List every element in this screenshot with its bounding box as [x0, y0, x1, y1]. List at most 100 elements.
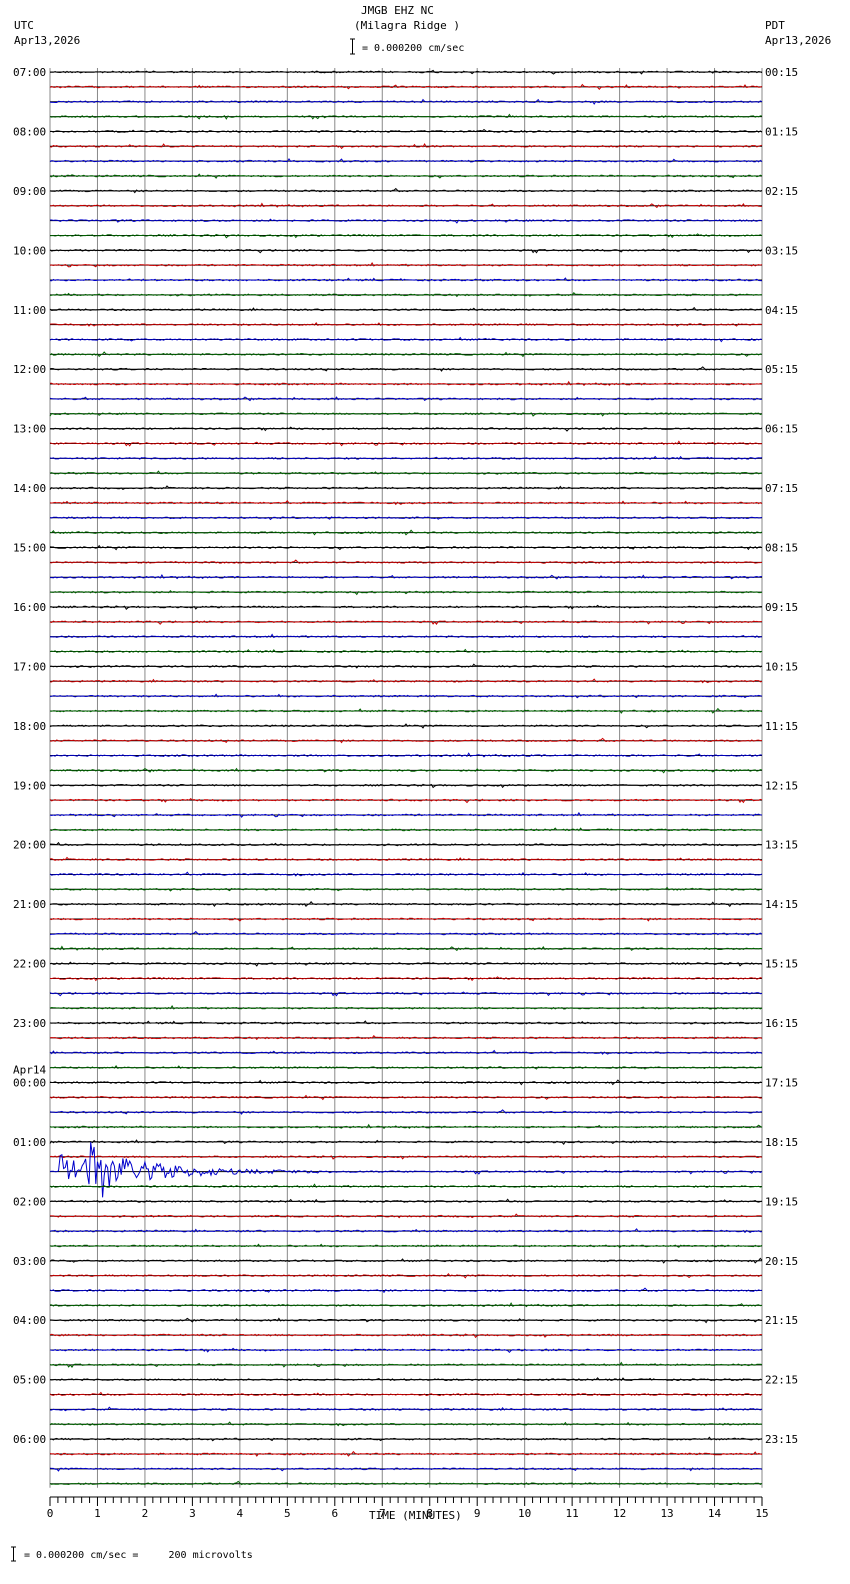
trace-line [49, 917, 763, 922]
x-tick-label: 11 [566, 1507, 579, 1520]
x-tick-label: 9 [474, 1507, 481, 1520]
x-tick-label: 15 [755, 1507, 768, 1520]
x-tick-label: 6 [331, 1507, 338, 1520]
trace-line [49, 1257, 763, 1264]
x-tick-label: 8 [426, 1507, 433, 1520]
pdt-hour-label: 05:15 [765, 363, 798, 376]
utc-hour-label: 04:00 [13, 1314, 46, 1327]
pdt-hour-label: 16:15 [765, 1017, 798, 1030]
utc-hour-label: 09:00 [13, 185, 46, 198]
trace-line [49, 1243, 763, 1249]
trace-line [49, 648, 763, 653]
x-tick-label: 14 [708, 1507, 722, 1520]
utc-hour-label: 12:00 [13, 363, 46, 376]
pdt-hour-label: 08:15 [765, 542, 798, 555]
date-change-label: Apr14 [13, 1063, 46, 1076]
utc-hour-label: 03:00 [13, 1255, 46, 1268]
x-tick-label: 12 [613, 1507, 626, 1520]
pdt-hour-label: 11:15 [765, 720, 798, 733]
trace-line [49, 500, 763, 506]
trace-line [50, 380, 763, 386]
seismogram-chart: 07:00 08:00 09:00 10:00 11:00 12:00 13:00 14:00… [11, 38, 798, 1562]
trace-line [49, 1123, 763, 1129]
trace-line [49, 440, 763, 447]
pdt-hour-label: 04:15 [765, 304, 798, 317]
trace-line [49, 1065, 763, 1070]
trace-line [49, 351, 763, 358]
pdt-hour-label: 19:15 [765, 1195, 798, 1208]
trace-line [49, 485, 763, 490]
utc-hour-label: 18:00 [13, 720, 46, 733]
utc-hour-label: 16:00 [13, 601, 46, 614]
pdt-hour-label: 17:15 [765, 1076, 798, 1089]
x-tick-label: 5 [284, 1507, 291, 1520]
x-tick-label: 1 [94, 1507, 101, 1520]
utc-hour-label: 19:00 [13, 779, 46, 792]
utc-hour-label: 06:00 [13, 1433, 46, 1446]
pdt-hour-label: 20:15 [765, 1255, 798, 1268]
trace-line [49, 248, 763, 254]
x-tick-label: 4 [237, 1507, 244, 1520]
trace-line [49, 142, 763, 150]
pdt-hour-label: 23:15 [765, 1433, 798, 1446]
pdt-hour-label: 07:15 [765, 482, 798, 495]
x-tick-label: 0 [47, 1507, 54, 1520]
trace-line [49, 871, 763, 877]
utc-hour-label: 05:00 [13, 1374, 46, 1387]
trace-line [49, 322, 763, 327]
pdt-hour-label: 14:15 [765, 898, 798, 911]
trace-line [49, 1198, 763, 1203]
pdt-hour-label: 06:15 [765, 423, 798, 436]
pdt-hour-label: 03:15 [765, 244, 798, 257]
utc-hour-label: 14:00 [13, 482, 46, 495]
footer-scale-bar-icon [11, 1546, 16, 1562]
pdt-hour-label: 15:15 [765, 958, 798, 971]
trace-line [49, 1450, 763, 1457]
utc-hour-label: 08:00 [13, 125, 46, 138]
trace-line [50, 752, 763, 758]
trace-line [49, 767, 763, 774]
trace-line [49, 1228, 763, 1234]
trace-line [49, 98, 763, 105]
trace-line [50, 69, 763, 75]
utc-hour-label: 07:00 [13, 66, 46, 79]
pdt-hour-label: 22:15 [765, 1374, 798, 1387]
trace-line [49, 113, 763, 120]
trace-line [49, 1020, 763, 1025]
utc-hour-label: 00:00 [13, 1076, 46, 1089]
trace-line [49, 976, 763, 982]
utc-hour-label: 11:00 [13, 304, 46, 317]
trace-line [49, 693, 763, 699]
utc-hour-label: 15:00 [13, 542, 46, 555]
trace-line [50, 663, 763, 669]
pdt-hour-label: 09:15 [765, 601, 798, 614]
trace-line [49, 604, 763, 610]
trace-line [49, 783, 763, 789]
trace-line [49, 930, 763, 936]
pdt-hour-label: 13:15 [765, 839, 798, 852]
pdt-hour-label: 00:15 [765, 66, 798, 79]
utc-hour-label: 22:00 [13, 958, 46, 971]
pdt-hour-label: 18:15 [765, 1136, 798, 1149]
utc-hour-label: 23:00 [13, 1017, 46, 1030]
trace-line [49, 1142, 763, 1198]
pdt-hour-label: 10:15 [765, 660, 798, 673]
trace-line [49, 1302, 763, 1308]
trace-line [49, 1333, 763, 1339]
trace-line [49, 336, 763, 343]
x-tick-label: 2 [142, 1507, 149, 1520]
pdt-hour-label: 12:15 [765, 779, 798, 792]
pdt-hour-label: 01:15 [765, 125, 798, 138]
utc-hour-label: 21:00 [13, 898, 46, 911]
utc-hour-label: 10:00 [13, 244, 46, 257]
trace-line [49, 991, 763, 997]
trace-line [49, 945, 763, 952]
utc-hour-label: 13:00 [13, 423, 46, 436]
x-tick-label: 13 [660, 1507, 673, 1520]
trace-line [49, 620, 762, 625]
utc-hour-label: 20:00 [13, 839, 46, 852]
utc-hour-label: 02:00 [13, 1195, 46, 1208]
pdt-hour-label: 21:15 [765, 1314, 798, 1327]
pdt-hour-label: 02:15 [765, 185, 798, 198]
utc-hour-label: 17:00 [13, 660, 46, 673]
